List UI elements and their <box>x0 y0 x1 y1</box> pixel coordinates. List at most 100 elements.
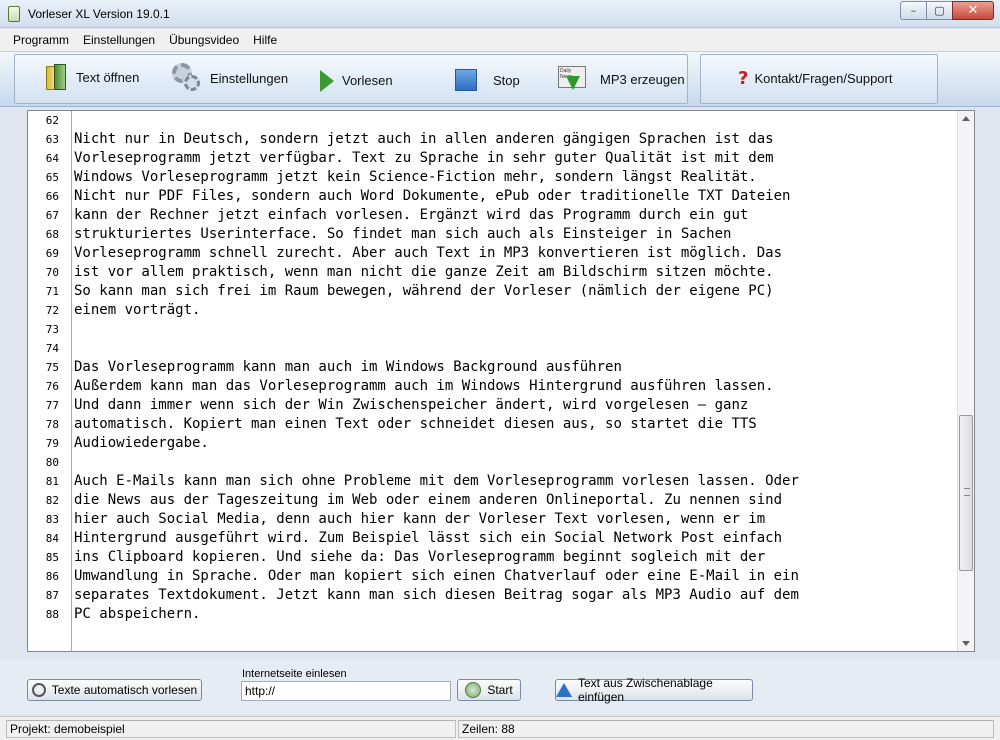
gear-icon <box>172 63 202 93</box>
line-number: 77 <box>45 399 59 412</box>
line-number: 73 <box>45 323 59 336</box>
editor-line: Nicht nur PDF Files, sondern auch Word D… <box>74 188 791 204</box>
open-text-button[interactable]: Text öffnen <box>46 64 139 90</box>
minimize-button[interactable]: – <box>900 1 926 20</box>
status-line-count: Zeilen: 88 <box>458 720 994 738</box>
vertical-scrollbar[interactable] <box>957 111 974 651</box>
menu-bar: Programm Einstellungen Übungsvideo Hilfe <box>0 29 1000 51</box>
editor-line: Hintergrund ausgeführt wird. Zum Beispie… <box>74 530 783 546</box>
start-icon <box>465 682 482 698</box>
line-number-gutter: 62 63 64 65 66 67 68 69 70 71 72 73 74 75 76 77 78 79 80 81… <box>28 111 72 651</box>
line-number: 85 <box>45 551 59 564</box>
line-number: 69 <box>45 247 59 260</box>
read-aloud-label: Vorlesen <box>342 73 393 88</box>
line-number: 82 <box>45 494 59 507</box>
mp3-button[interactable]: Daily News MP3 erzeugen <box>558 66 685 92</box>
editor-line: ist vor allem praktisch, wenn man nicht … <box>74 264 774 280</box>
line-number: 65 <box>45 171 59 184</box>
editor-line: PC abspeichern. <box>74 606 201 622</box>
line-number: 86 <box>45 570 59 583</box>
status-project: Projekt: demobeispiel <box>6 720 456 738</box>
scroll-up-icon[interactable] <box>962 116 970 121</box>
menu-hilfe[interactable]: Hilfe <box>246 33 284 47</box>
start-label: Start <box>487 683 513 697</box>
line-number: 62 <box>45 114 59 127</box>
line-number: 74 <box>45 342 59 355</box>
line-number: 76 <box>45 380 59 393</box>
question-icon: ? <box>738 68 749 89</box>
url-label: Internetseite einlesen <box>242 668 347 680</box>
start-button[interactable]: Start <box>457 679 521 701</box>
editor-line: Vorleseprogramm jetzt verfügbar. Text zu… <box>74 150 774 166</box>
window-title: Vorleser XL Version 19.0.1 <box>28 7 170 21</box>
settings-label: Einstellungen <box>210 70 289 86</box>
editor-line: Das Vorleseprogramm kann man auch im Win… <box>74 359 622 375</box>
line-number: 75 <box>45 361 59 374</box>
line-number: 70 <box>45 266 59 279</box>
stop-label: Stop <box>493 72 520 88</box>
toolbar: Text öffnen Einstellungen Vorlesen Stop … <box>0 51 1000 107</box>
editor-line: Vorleseprogramm schnell zurecht. Aber au… <box>74 245 783 261</box>
menu-uebungsvideo[interactable]: Übungsvideo <box>162 33 246 47</box>
line-number: 88 <box>45 608 59 621</box>
stop-icon <box>455 69 477 91</box>
upload-arrow-icon <box>556 683 572 697</box>
line-number: 68 <box>45 228 59 241</box>
editor-line: Audiowiedergabe. <box>74 435 209 451</box>
maximize-button[interactable]: ▢ <box>926 1 952 20</box>
scroll-down-icon[interactable] <box>962 641 970 646</box>
close-button[interactable]: ✕ <box>952 1 994 20</box>
auto-read-label: Texte automatisch vorlesen <box>51 683 198 697</box>
text-editor[interactable]: 62 63 64 65 66 67 68 69 70 71 72 73 74 75 76 77 78 79 80 81… <box>27 110 975 652</box>
line-number: 66 <box>45 190 59 203</box>
menu-programm[interactable]: Programm <box>6 33 76 47</box>
line-number: 72 <box>45 304 59 317</box>
line-number: 67 <box>45 209 59 222</box>
settings-button[interactable]: Einstellungen <box>172 63 288 93</box>
editor-line: einem vorträgt. <box>74 302 201 318</box>
editor-line: die News aus der Tageszeitung im Web ode… <box>74 492 783 508</box>
editor-line: So kann man sich frei im Raum bewegen, w… <box>74 283 774 299</box>
read-aloud-button[interactable]: Vorlesen <box>320 69 393 92</box>
line-number: 83 <box>45 513 59 526</box>
line-number: 79 <box>45 437 59 450</box>
line-number: 80 <box>45 456 59 469</box>
stop-button[interactable]: Stop <box>455 69 520 91</box>
speaker-icon <box>31 683 46 697</box>
editor-line: ins Clipboard kopieren. Und siehe da: Da… <box>74 549 766 565</box>
book-icon <box>46 64 68 90</box>
status-bar: Projekt: demobeispiel Zeilen: 88 <box>0 716 1000 740</box>
support-button[interactable]: ? Kontakt/Fragen/Support <box>738 68 892 89</box>
editor-line: automatisch. Kopiert man einen Text oder… <box>74 416 757 432</box>
editor-line: kann der Rechner jetzt einfach vorlesen.… <box>74 207 749 223</box>
newspaper-download-icon: Daily News <box>558 66 588 92</box>
editor-line: Umwandlung in Sprache. Oder man kopiert … <box>74 568 799 584</box>
line-number: 78 <box>45 418 59 431</box>
menu-einstellungen[interactable]: Einstellungen <box>76 33 162 47</box>
clipboard-insert-button[interactable]: Text aus Zwischenablage einfügen <box>555 676 753 704</box>
editor-line: Und dann immer wenn sich der Win Zwische… <box>74 397 749 413</box>
editor-line: Außerdem kann man das Vorleseprogramm au… <box>74 378 774 394</box>
editor-line: Auch E-Mails kann man sich ohne Probleme… <box>74 473 799 489</box>
auto-read-button[interactable]: Texte automatisch vorlesen <box>27 679 202 701</box>
open-text-label: Text öffnen <box>76 69 140 85</box>
title-bar: Vorleser XL Version 19.0.1 – ▢ ✕ <box>0 0 1000 28</box>
editor-line: strukturiertes Userinterface. So findet … <box>74 226 732 242</box>
mp3-label: MP3 erzeugen <box>600 71 685 87</box>
editor-line: Windows Vorleseprogramm jetzt kein Scien… <box>74 169 757 185</box>
line-number: 64 <box>45 152 59 165</box>
editor-line: hier auch Social Media, denn auch hier k… <box>74 511 766 527</box>
line-number: 81 <box>45 475 59 488</box>
app-icon <box>8 6 20 22</box>
clipboard-insert-label: Text aus Zwischenablage einfügen <box>578 676 713 704</box>
editor-text-area[interactable]: Nicht nur in Deutsch, sondern jetzt auch… <box>74 111 954 651</box>
editor-line: Nicht nur in Deutsch, sondern jetzt auch… <box>74 131 774 147</box>
play-icon <box>320 70 334 92</box>
line-number: 84 <box>45 532 59 545</box>
support-label: Kontakt/Fragen/Support <box>754 71 893 86</box>
scrollbar-thumb[interactable] <box>959 415 973 571</box>
editor-line: separates Textdokument. Jetzt kann man s… <box>74 587 799 603</box>
url-input[interactable] <box>241 681 451 701</box>
line-number: 71 <box>45 285 59 298</box>
window-controls: – ▢ ✕ <box>900 1 994 20</box>
